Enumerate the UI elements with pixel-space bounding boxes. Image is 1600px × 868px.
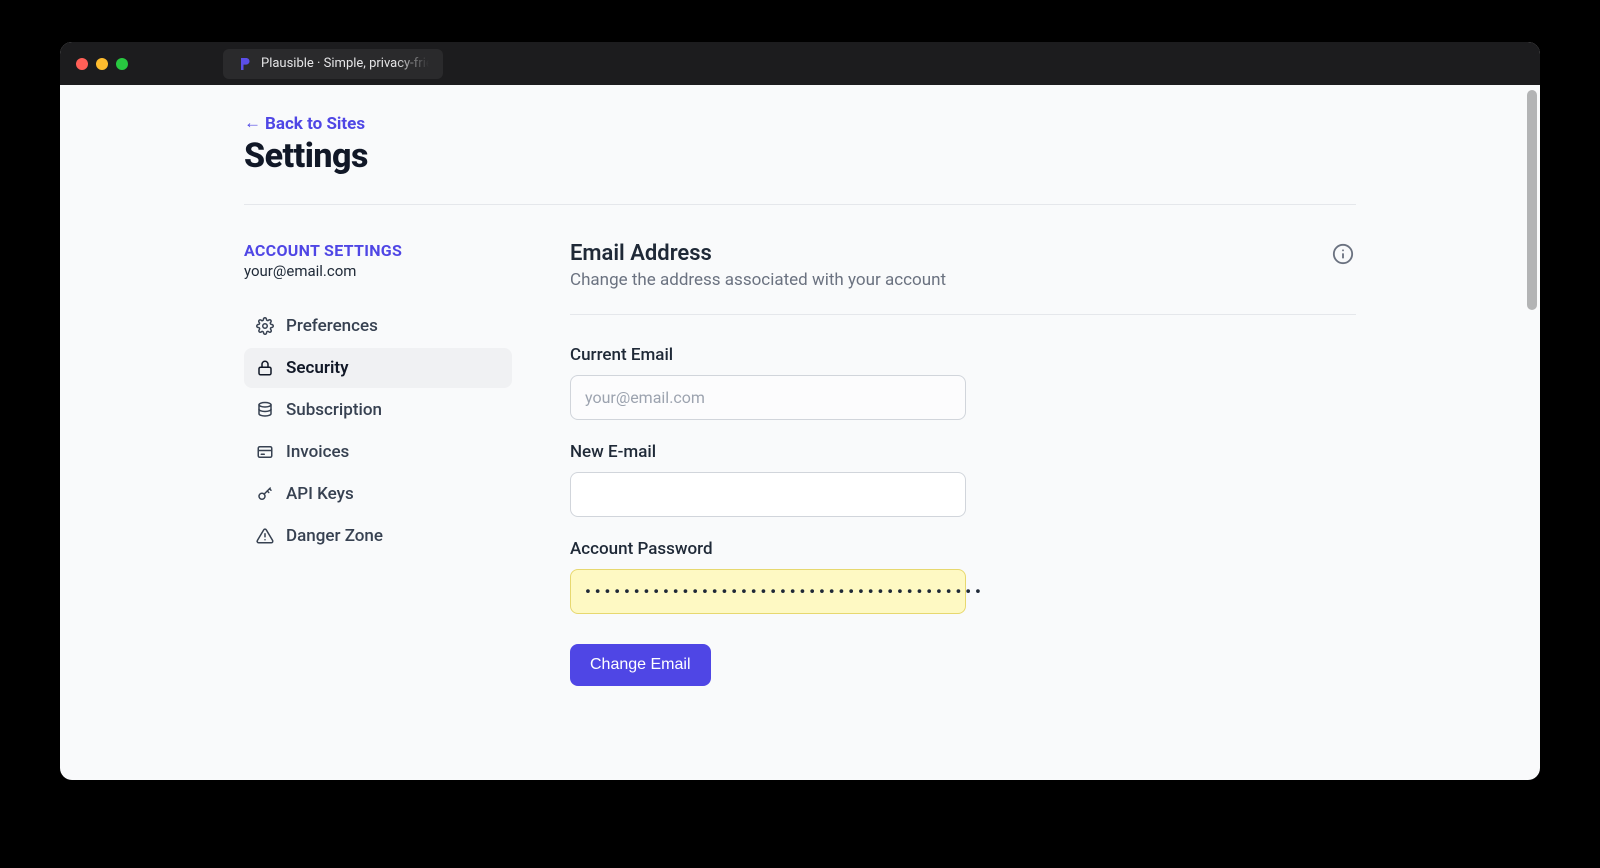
sidebar-item-danger-zone[interactable]: Danger Zone — [244, 516, 512, 556]
current-email-label: Current Email — [570, 345, 1356, 365]
traffic-lights — [76, 58, 128, 70]
title-bar: Plausible · Simple, privacy-frien — [60, 42, 1540, 85]
sidebar-item-api-keys[interactable]: API Keys — [244, 474, 512, 514]
sidebar-item-label: Preferences — [286, 316, 378, 336]
back-to-sites-link[interactable]: ← Back to Sites — [244, 114, 365, 134]
main-panel: Email Address Change the address associa… — [540, 241, 1356, 686]
browser-tab-title: Plausible · Simple, privacy-frien — [261, 56, 429, 71]
account-password-input[interactable]: ••••••••••••••••••••••••••••••••••••••••… — [570, 569, 966, 614]
change-email-button[interactable]: Change Email — [570, 644, 711, 686]
page-title: Settings — [244, 136, 1356, 176]
browser-window: Plausible · Simple, privacy-frien ← Back… — [60, 42, 1540, 780]
sidebar-item-invoices[interactable]: Invoices — [244, 432, 512, 472]
database-icon — [256, 401, 274, 419]
sidebar-item-label: Invoices — [286, 442, 349, 462]
card-divider — [570, 314, 1356, 315]
sidebar-item-subscription[interactable]: Subscription — [244, 390, 512, 430]
email-settings-card: Email Address Change the address associa… — [540, 241, 1356, 686]
browser-tab[interactable]: Plausible · Simple, privacy-frien — [223, 49, 443, 79]
back-link-label: Back to Sites — [265, 114, 365, 134]
sidebar-heading: ACCOUNT SETTINGS — [244, 241, 512, 260]
close-window-button[interactable] — [76, 58, 88, 70]
sidebar: ACCOUNT SETTINGS your@email.com Preferen… — [244, 241, 512, 686]
card-title: Email Address — [570, 241, 946, 266]
new-email-input[interactable] — [570, 472, 966, 517]
header-divider — [244, 204, 1356, 205]
lock-icon — [256, 359, 274, 377]
account-password-label: Account Password — [570, 539, 1356, 559]
maximize-window-button[interactable] — [116, 58, 128, 70]
info-icon[interactable] — [1330, 241, 1356, 271]
sidebar-item-label: Danger Zone — [286, 526, 383, 546]
sidebar-item-label: Security — [286, 358, 349, 378]
gear-icon — [256, 317, 274, 335]
sidebar-account-email: your@email.com — [244, 262, 512, 280]
warning-icon — [256, 527, 274, 545]
plausible-favicon-icon — [237, 56, 253, 72]
scrollbar[interactable] — [1527, 90, 1537, 310]
current-email-input — [570, 375, 966, 420]
sidebar-menu: Preferences Security — [244, 306, 512, 556]
sidebar-item-preferences[interactable]: Preferences — [244, 306, 512, 346]
new-email-label: New E-mail — [570, 442, 1356, 462]
content-area: ← Back to Sites Settings ACCOUNT SETTING… — [60, 85, 1540, 780]
sidebar-item-label: API Keys — [286, 484, 354, 504]
receipt-icon — [256, 443, 274, 461]
card-subtitle: Change the address associated with your … — [570, 270, 946, 290]
arrow-left-icon: ← — [244, 115, 261, 132]
sidebar-item-security[interactable]: Security — [244, 348, 512, 388]
sidebar-item-label: Subscription — [286, 400, 382, 420]
key-icon — [256, 485, 274, 503]
minimize-window-button[interactable] — [96, 58, 108, 70]
change-email-form: Current Email New E-mail Account Passwor… — [570, 345, 1356, 686]
